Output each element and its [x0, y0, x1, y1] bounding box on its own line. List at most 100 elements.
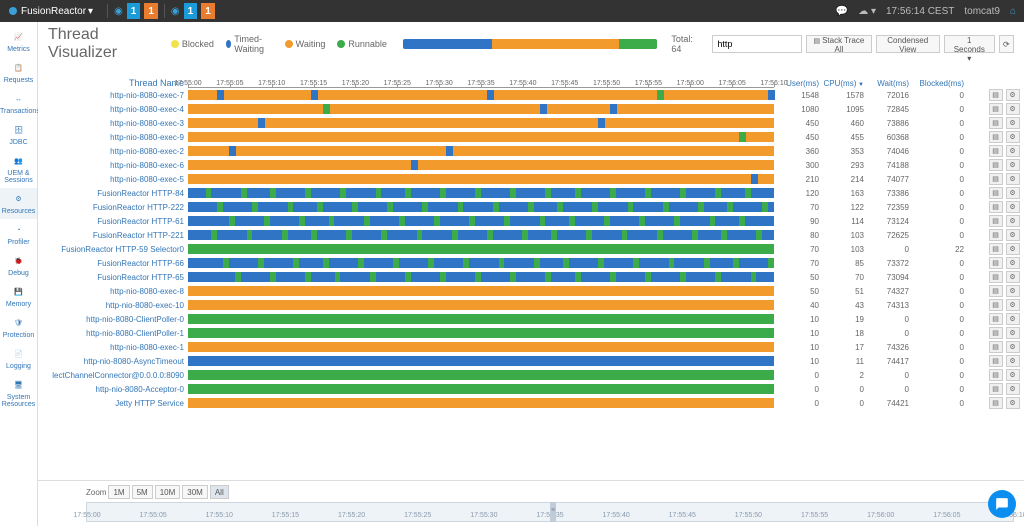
home-icon[interactable]: ⌂	[1010, 6, 1016, 17]
stacktrace-button[interactable]: ▤	[989, 341, 1003, 353]
zoom-1m[interactable]: 1M	[108, 485, 129, 499]
sidebar-item-jdbc[interactable]: 🗄JDBC	[0, 119, 37, 150]
stacktrace-button[interactable]: ▤	[989, 243, 1003, 255]
stacktrace-button[interactable]: ▤	[989, 215, 1003, 227]
zoom-10m[interactable]: 10M	[155, 485, 181, 499]
thread-row[interactable]	[188, 382, 774, 396]
sidebar-item-requests[interactable]: 📋Requests	[0, 57, 37, 88]
brand[interactable]: FusionReactor▾	[0, 0, 101, 22]
nav-handle[interactable]	[550, 502, 556, 522]
sidebar-item-logging[interactable]: 📄Logging	[0, 343, 37, 374]
thread-row[interactable]	[188, 172, 774, 186]
stacktrace-button[interactable]: ▤	[989, 131, 1003, 143]
thread-label[interactable]: FusionReactor HTTP-66	[38, 256, 188, 270]
stacktrace-button[interactable]: ▤	[989, 159, 1003, 171]
thread-row[interactable]	[188, 186, 774, 200]
thread-label[interactable]: FusionReactor HTTP-222	[38, 200, 188, 214]
thread-label[interactable]: FusionReactor HTTP-84	[38, 186, 188, 200]
thread-label[interactable]: http-nio-8080-exec-10	[38, 298, 188, 312]
refresh-button[interactable]: ⟳	[999, 35, 1014, 53]
settings-button[interactable]: ⚙	[1006, 397, 1020, 409]
stacktrace-button[interactable]: ▤	[989, 397, 1003, 409]
sidebar-item-uem-sessions[interactable]: 👥UEM & Sessions	[0, 150, 37, 188]
thread-label[interactable]: FusionReactor HTTP-65	[38, 270, 188, 284]
thread-label[interactable]: FusionReactor HTTP-61	[38, 214, 188, 228]
thread-row[interactable]	[188, 228, 774, 242]
stacktrace-button[interactable]: ▤	[989, 313, 1003, 325]
thread-label[interactable]: http-nio-8080-ClientPoller-0	[38, 312, 188, 326]
search-input[interactable]	[712, 35, 802, 53]
sidebar-item-system-resources[interactable]: 🖥System Resources	[0, 374, 37, 412]
thread-row[interactable]	[188, 214, 774, 228]
thread-row[interactable]	[188, 326, 774, 340]
badge-warn-2[interactable]: 1	[201, 3, 215, 19]
thread-label[interactable]: lectChannelConnector@0.0.0.0:8090	[38, 368, 188, 382]
stacktrace-button[interactable]: ▤	[989, 327, 1003, 339]
zoom-all[interactable]: All	[210, 485, 229, 499]
settings-button[interactable]: ⚙	[1006, 215, 1020, 227]
badge-warn-1[interactable]: 1	[144, 3, 158, 19]
globe-icon[interactable]: ◉	[171, 6, 180, 17]
thread-row[interactable]	[188, 158, 774, 172]
thread-row[interactable]	[188, 242, 774, 256]
thread-row[interactable]	[188, 284, 774, 298]
thread-row[interactable]	[188, 88, 774, 102]
thread-label[interactable]: http-nio-8080-exec-4	[38, 102, 188, 116]
stack-trace-all-button[interactable]: ▤ Stack Trace All	[806, 35, 871, 53]
stacktrace-button[interactable]: ▤	[989, 187, 1003, 199]
stacktrace-button[interactable]: ▤	[989, 299, 1003, 311]
col-blocked[interactable]: Blocked(ms)	[909, 79, 964, 88]
zoom-30m[interactable]: 30M	[182, 485, 208, 499]
settings-button[interactable]: ⚙	[1006, 187, 1020, 199]
settings-button[interactable]: ⚙	[1006, 201, 1020, 213]
navigator-strip[interactable]: 17:55:0017:55:0517:55:1017:55:1517:55:20…	[86, 502, 1014, 522]
col-cpu[interactable]: CPU(ms)	[819, 79, 864, 88]
settings-button[interactable]: ⚙	[1006, 383, 1020, 395]
thread-label[interactable]: http-nio-8080-exec-7	[38, 88, 188, 102]
interval-select[interactable]: 1 Seconds ▾	[944, 35, 995, 53]
thread-label[interactable]: http-nio-8080-exec-9	[38, 130, 188, 144]
settings-button[interactable]: ⚙	[1006, 313, 1020, 325]
settings-button[interactable]: ⚙	[1006, 117, 1020, 129]
badge-info-2[interactable]: 1	[184, 3, 198, 19]
thread-row[interactable]	[188, 144, 774, 158]
thread-label[interactable]: http-nio-8080-AsyncTimeout	[38, 354, 188, 368]
settings-button[interactable]: ⚙	[1006, 355, 1020, 367]
zoom-5m[interactable]: 5M	[132, 485, 153, 499]
stacktrace-button[interactable]: ▤	[989, 173, 1003, 185]
thread-label[interactable]: http-nio-8080-exec-5	[38, 172, 188, 186]
thread-row[interactable]	[188, 354, 774, 368]
thread-label[interactable]: Jetty HTTP Service	[38, 396, 188, 410]
settings-button[interactable]: ⚙	[1006, 285, 1020, 297]
thread-row[interactable]	[188, 256, 774, 270]
thread-row[interactable]	[188, 102, 774, 116]
thread-row[interactable]	[188, 200, 774, 214]
online-icon[interactable]: ◉	[114, 6, 123, 17]
column-thread-name[interactable]: Thread Name	[38, 66, 188, 88]
chat-fab[interactable]	[988, 490, 1016, 518]
settings-button[interactable]: ⚙	[1006, 341, 1020, 353]
thread-label[interactable]: http-nio-8080-exec-1	[38, 340, 188, 354]
stacktrace-button[interactable]: ▤	[989, 103, 1003, 115]
sidebar-item-debug[interactable]: 🐞Debug	[0, 250, 37, 281]
thread-label[interactable]: http-nio-8080-exec-8	[38, 284, 188, 298]
thread-label[interactable]: FusionReactor HTTP-221	[38, 228, 188, 242]
condensed-view-button[interactable]: Condensed View	[876, 35, 940, 53]
settings-button[interactable]: ⚙	[1006, 271, 1020, 283]
sidebar-item-memory[interactable]: 💾Memory	[0, 281, 37, 312]
stacktrace-button[interactable]: ▤	[989, 145, 1003, 157]
settings-button[interactable]: ⚙	[1006, 173, 1020, 185]
cloud-icon[interactable]: ☁ ▾	[858, 6, 876, 17]
settings-button[interactable]: ⚙	[1006, 243, 1020, 255]
stacktrace-button[interactable]: ▤	[989, 383, 1003, 395]
thread-label[interactable]: FusionReactor HTTP-59 Selector0	[38, 242, 188, 256]
settings-button[interactable]: ⚙	[1006, 229, 1020, 241]
stacktrace-button[interactable]: ▤	[989, 271, 1003, 283]
stacktrace-button[interactable]: ▤	[989, 229, 1003, 241]
settings-button[interactable]: ⚙	[1006, 327, 1020, 339]
sidebar-item-profiler[interactable]: ◔Profiler	[0, 219, 37, 250]
stacktrace-button[interactable]: ▤	[989, 89, 1003, 101]
settings-button[interactable]: ⚙	[1006, 369, 1020, 381]
settings-button[interactable]: ⚙	[1006, 299, 1020, 311]
sidebar-item-metrics[interactable]: 📈Metrics	[0, 26, 37, 57]
